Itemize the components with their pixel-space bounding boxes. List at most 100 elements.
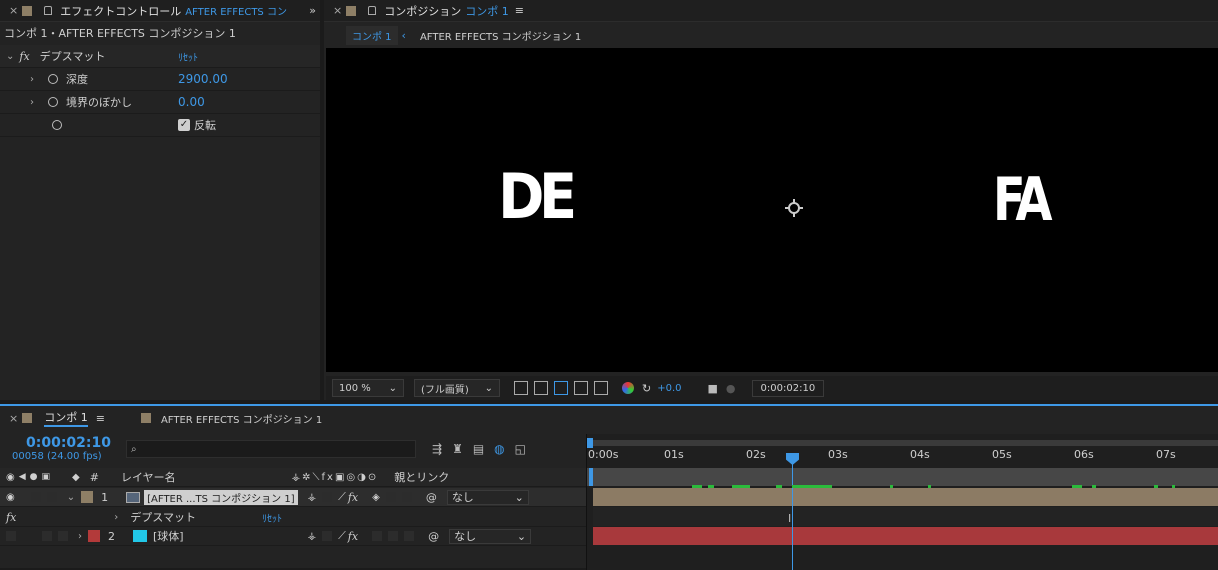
panel-overflow-icon[interactable]: » bbox=[309, 4, 316, 17]
layer-name-header[interactable]: レイヤー名 bbox=[121, 469, 176, 485]
parent-dropdown[interactable]: なし ⌄ bbox=[446, 489, 529, 505]
quality-dropdown[interactable]: (フル画質) ⌄ bbox=[414, 379, 500, 397]
parent-dropdown[interactable]: なし ⌄ bbox=[449, 528, 532, 544]
property-value[interactable]: 0.00 bbox=[178, 95, 205, 109]
lock-switch[interactable] bbox=[58, 531, 68, 541]
property-row-depth[interactable]: › 深度 2900.00 bbox=[0, 68, 320, 91]
layer-name[interactable]: [球体] bbox=[153, 528, 184, 544]
shy-icon[interactable]: ⚶ bbox=[308, 492, 317, 503]
tab-composition[interactable]: コンポジション bbox=[384, 3, 461, 19]
fx-icon[interactable]: fx bbox=[348, 491, 358, 504]
playhead-handle[interactable] bbox=[786, 453, 799, 465]
solo-icon[interactable]: ● bbox=[30, 472, 38, 482]
layer-row[interactable]: › 2 [球体] ⚶ ⟋ fx @ なし ⌄ bbox=[0, 527, 586, 546]
switch-box[interactable] bbox=[385, 492, 396, 502]
tab-comp-1[interactable]: コンポ 1 bbox=[44, 409, 88, 427]
close-icon[interactable]: × bbox=[9, 412, 18, 425]
channel-icon[interactable] bbox=[622, 382, 634, 394]
panel-menu-icon[interactable]: ≡ bbox=[96, 412, 105, 425]
eye-icon[interactable]: ◉ bbox=[6, 492, 15, 503]
timeline-timecode[interactable]: 0:00:02:10 bbox=[26, 435, 111, 451]
lock-icon[interactable]: ▣ bbox=[42, 472, 51, 482]
pickwhip-icon[interactable]: @ bbox=[426, 491, 437, 504]
quality-icon[interactable]: ⟋ bbox=[338, 529, 346, 543]
fx-icon[interactable]: fx bbox=[6, 511, 16, 524]
reset-link[interactable]: ﾘｾｯﾄ bbox=[178, 49, 198, 64]
chevron-down-icon[interactable]: ⌄ bbox=[6, 51, 14, 62]
stopwatch-icon[interactable] bbox=[48, 74, 58, 84]
stopwatch-icon[interactable] bbox=[52, 120, 62, 130]
chevron-right-icon[interactable]: › bbox=[30, 97, 34, 108]
show-snapshot-icon[interactable]: ● bbox=[726, 382, 736, 395]
layer-label-color[interactable] bbox=[88, 530, 100, 542]
close-icon[interactable]: × bbox=[9, 4, 18, 17]
solo-switch[interactable] bbox=[42, 531, 52, 541]
frame-blending-icon[interactable]: ▤ bbox=[473, 442, 484, 456]
audio-icon[interactable]: ◀ bbox=[19, 472, 26, 482]
current-time-display[interactable]: 0:00:02:10 bbox=[751, 379, 825, 397]
graph-editor-icon[interactable]: ◱ bbox=[515, 442, 526, 456]
transparency-grid-icon[interactable] bbox=[534, 381, 548, 395]
search-field[interactable]: ⌕ bbox=[126, 440, 416, 458]
layer-row[interactable]: ◉ ⌄ 1 [AFTER ...TS コンポジション 1] ⚶ ⟋ fx ◈ @… bbox=[0, 488, 586, 507]
work-area-bar[interactable] bbox=[587, 440, 1218, 446]
switch-box[interactable] bbox=[322, 531, 333, 541]
layer-1-duration-bar[interactable] bbox=[593, 488, 1218, 506]
lock-icon[interactable] bbox=[368, 6, 377, 15]
shy-icon[interactable]: ⚶ bbox=[308, 531, 317, 542]
eye-icon[interactable]: ◉ bbox=[6, 472, 15, 483]
adjustment-icon[interactable]: ◈ bbox=[372, 492, 380, 503]
stopwatch-icon[interactable] bbox=[48, 97, 58, 107]
switch-box[interactable] bbox=[388, 531, 399, 541]
anchor-point-icon[interactable] bbox=[785, 199, 803, 217]
solo-switch[interactable] bbox=[30, 492, 41, 502]
layer-label-color[interactable] bbox=[81, 491, 94, 503]
switch-box[interactable] bbox=[322, 492, 333, 502]
tab-effect-controls[interactable]: エフェクトコントロール bbox=[60, 3, 181, 19]
invert-checkbox[interactable]: ✓ bbox=[178, 119, 190, 131]
chevron-down-icon[interactable]: ⌄ bbox=[67, 492, 75, 503]
chevron-right-icon[interactable]: › bbox=[114, 512, 118, 523]
eye-switch[interactable] bbox=[6, 531, 16, 541]
lock-switch[interactable] bbox=[46, 492, 57, 502]
property-value[interactable]: 2900.00 bbox=[178, 72, 228, 86]
fx-icon[interactable]: fx bbox=[19, 50, 29, 63]
layer-effect-row[interactable]: fx › デプスマット ﾘｾｯﾄ bbox=[0, 508, 586, 527]
tab-after-effects-comp[interactable]: AFTER EFFECTS コンポジション 1 bbox=[161, 411, 322, 426]
comp-flowchart-icon[interactable]: ⇶ bbox=[432, 442, 442, 456]
grid-guides-icon[interactable] bbox=[594, 381, 608, 395]
layer-name[interactable]: [AFTER ...TS コンポジション 1] bbox=[144, 489, 298, 505]
fx-icon[interactable]: fx bbox=[348, 530, 358, 543]
close-icon[interactable]: × bbox=[333, 4, 342, 17]
region-of-interest-icon[interactable] bbox=[574, 381, 588, 395]
switch-box[interactable] bbox=[401, 492, 412, 502]
draft-3d-icon[interactable]: ♜ bbox=[452, 442, 463, 456]
motion-blur-icon[interactable]: ◍ bbox=[494, 442, 504, 456]
property-row-invert[interactable]: ✓ 反転 bbox=[0, 114, 320, 137]
chevron-right-icon[interactable]: › bbox=[30, 74, 34, 85]
quality-icon[interactable]: ⟋ bbox=[338, 490, 346, 504]
switch-box[interactable] bbox=[372, 531, 383, 541]
layer-2-duration-bar[interactable] bbox=[593, 527, 1218, 545]
property-row-feather[interactable]: › 境界のぼかし 0.00 bbox=[0, 91, 320, 114]
composition-viewer[interactable]: DE FA bbox=[326, 48, 1218, 372]
fast-preview-icon[interactable] bbox=[514, 381, 528, 395]
pickwhip-icon[interactable]: @ bbox=[428, 530, 439, 543]
chevron-right-icon[interactable]: › bbox=[78, 531, 82, 542]
nav-child-comp[interactable]: AFTER EFFECTS コンポジション 1 bbox=[420, 28, 581, 43]
exposure-reset-icon[interactable]: ↻ bbox=[642, 382, 651, 395]
work-area-start-handle[interactable] bbox=[587, 438, 593, 448]
nav-current-comp[interactable]: コンポ 1 bbox=[346, 25, 398, 45]
switch-box[interactable] bbox=[404, 531, 415, 541]
effect-row[interactable]: ⌄ fx デプスマット ﾘｾｯﾄ bbox=[0, 45, 320, 68]
zoom-dropdown[interactable]: 100 % ⌄ bbox=[332, 379, 404, 397]
exposure-value[interactable]: +0.0 bbox=[657, 383, 681, 394]
lock-icon[interactable] bbox=[44, 6, 53, 15]
snapshot-icon[interactable]: ■ bbox=[708, 382, 718, 395]
mask-visibility-icon[interactable] bbox=[554, 381, 568, 395]
panel-menu-icon[interactable]: ≡ bbox=[515, 4, 524, 17]
parent-link-header[interactable]: 親とリンク bbox=[394, 469, 449, 485]
chevron-left-icon[interactable]: ‹ bbox=[402, 29, 406, 42]
label-tag-icon[interactable]: ◆ bbox=[72, 472, 80, 483]
reset-link[interactable]: ﾘｾｯﾄ bbox=[262, 510, 282, 525]
